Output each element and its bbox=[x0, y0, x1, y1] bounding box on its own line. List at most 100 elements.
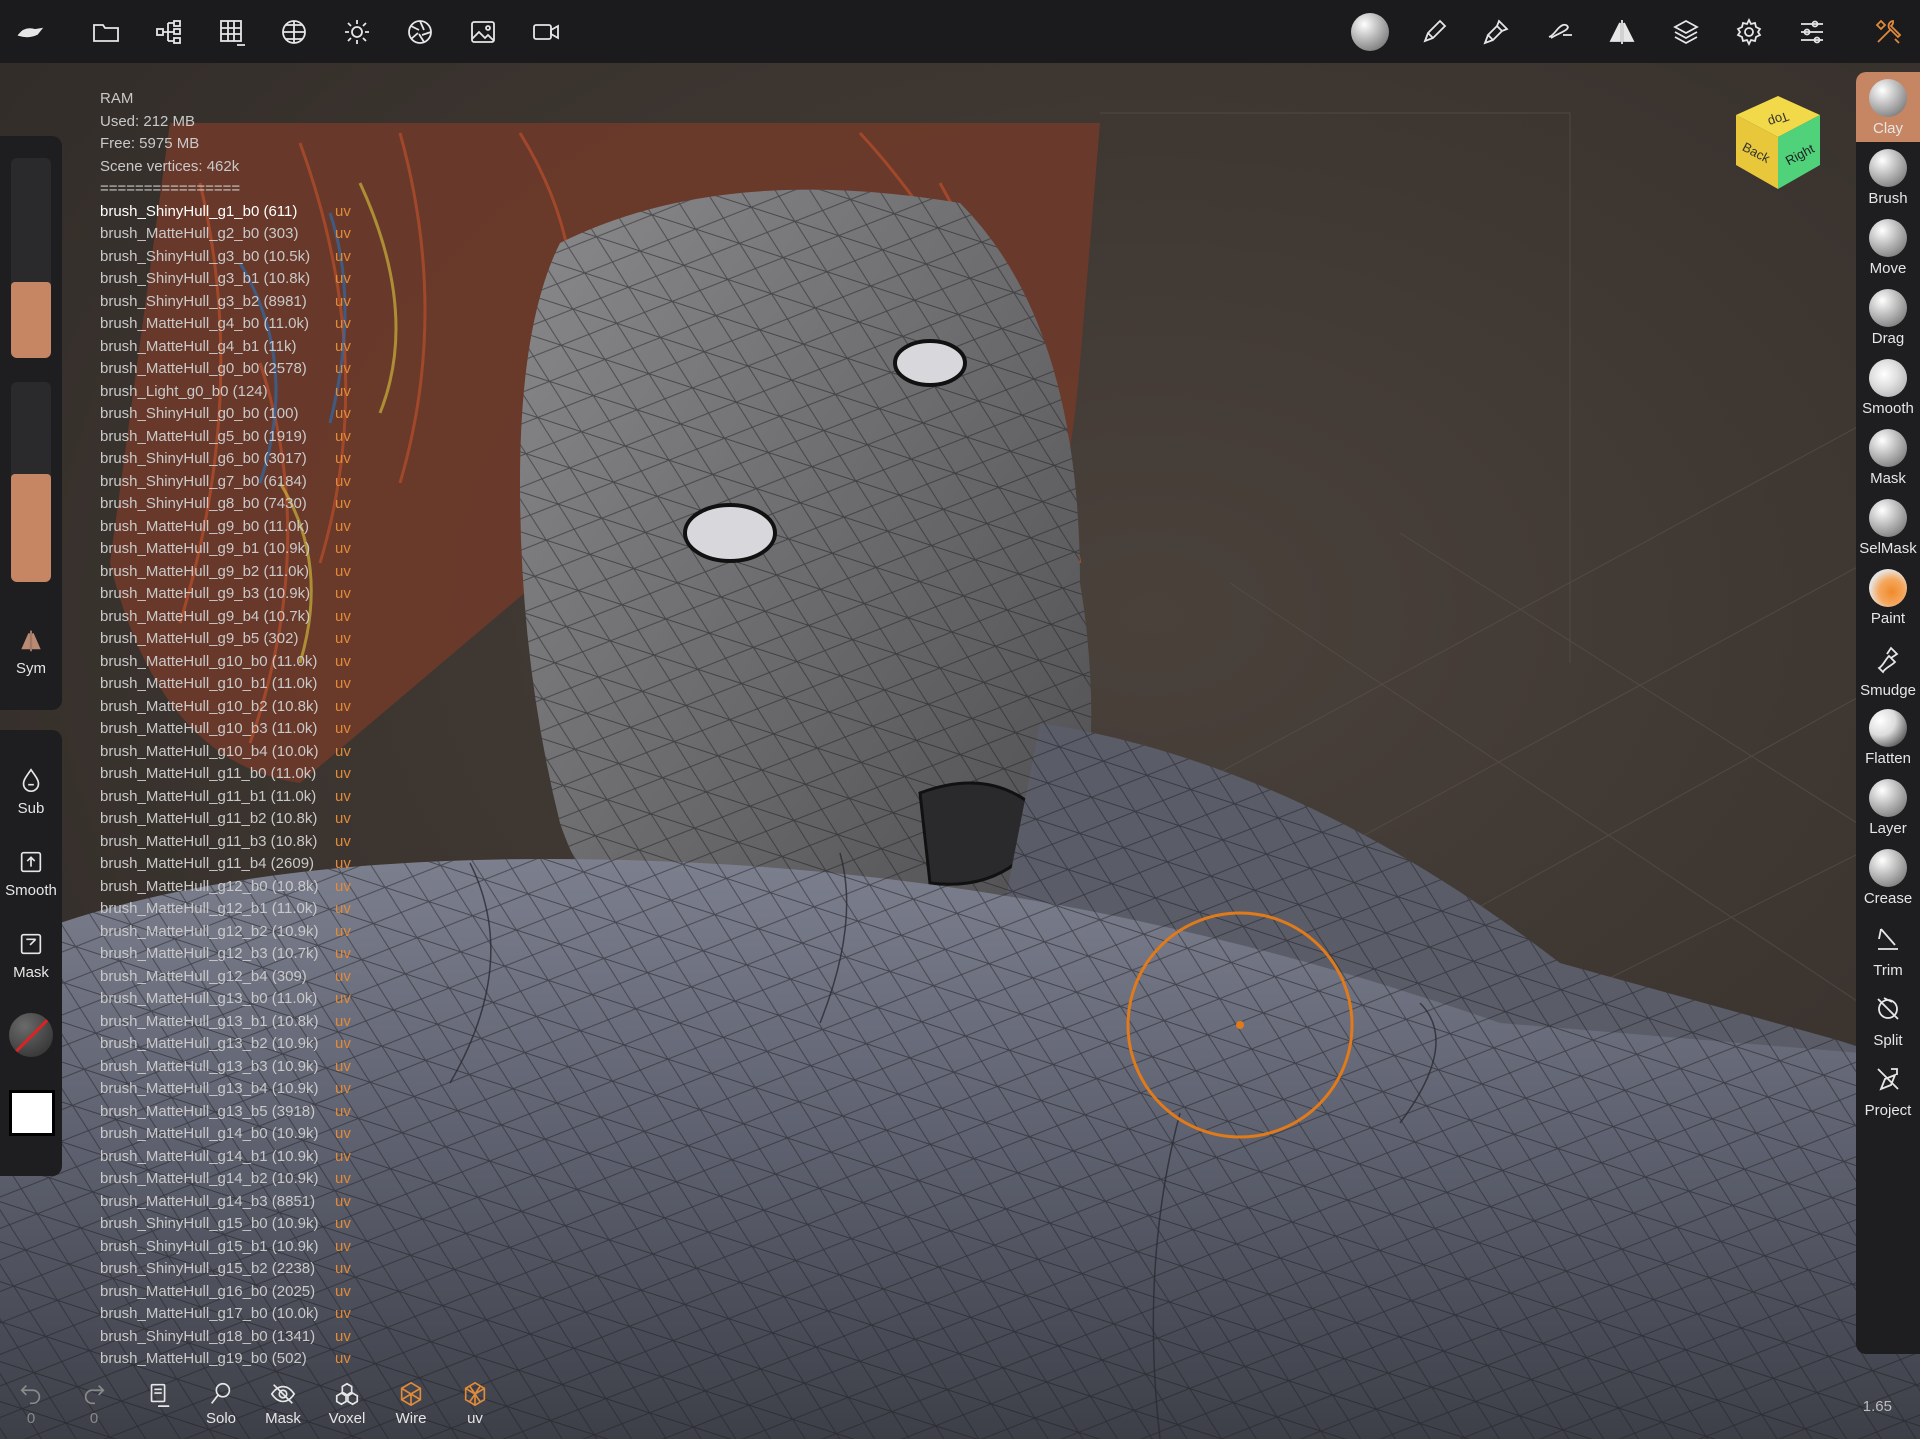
tool-smudge[interactable]: Smudge bbox=[1856, 632, 1920, 702]
tool-layer[interactable]: Layer bbox=[1856, 772, 1920, 842]
video-camera-icon[interactable] bbox=[520, 6, 572, 58]
brush-pen-icon[interactable] bbox=[1408, 6, 1460, 58]
wire-button[interactable]: Wire bbox=[380, 1380, 442, 1427]
mesh-list-item[interactable]: brush_ShinyHull_g1_b0 (611) uv bbox=[100, 201, 351, 224]
mesh-list-item[interactable]: brush_ShinyHull_g3_b0 (10.5k) uv bbox=[100, 246, 351, 269]
sliders-icon[interactable] bbox=[1786, 6, 1838, 58]
mesh-list-item[interactable]: brush_MatteHull_g9_b1 (10.9k) uv bbox=[100, 538, 351, 561]
image-icon[interactable] bbox=[457, 6, 509, 58]
tool-flatten[interactable]: Flatten bbox=[1856, 702, 1920, 772]
mesh-list-item[interactable]: brush_ShinyHull_g3_b2 (8981) uv bbox=[100, 291, 351, 314]
paint-brush-icon[interactable] bbox=[1470, 6, 1522, 58]
mesh-list-item[interactable]: brush_ShinyHull_g18_b0 (1341) uv bbox=[100, 1326, 351, 1349]
radius-slider[interactable] bbox=[11, 158, 51, 358]
folder-icon[interactable] bbox=[80, 6, 132, 58]
mesh-list-item[interactable]: brush_ShinyHull_g15_b2 (2238) uv bbox=[100, 1258, 351, 1281]
mesh-list-item[interactable]: brush_MatteHull_g4_b1 (11k) uv bbox=[100, 336, 351, 359]
symmetry-icon[interactable] bbox=[1596, 6, 1648, 58]
smooth-toggle-button[interactable]: Smooth bbox=[0, 848, 62, 899]
mask-visibility-button[interactable]: Mask bbox=[252, 1380, 314, 1427]
scene-tree-icon[interactable] bbox=[143, 6, 195, 58]
tool-split[interactable]: Split bbox=[1856, 982, 1920, 1052]
mesh-list-item[interactable]: brush_MatteHull_g16_b0 (2025) uv bbox=[100, 1281, 351, 1304]
mesh-list-item[interactable]: brush_MatteHull_g11_b1 (11.0k) uv bbox=[100, 786, 351, 809]
mesh-list-item[interactable]: brush_MatteHull_g10_b3 (11.0k) uv bbox=[100, 718, 351, 741]
mesh-list-item[interactable]: brush_MatteHull_g14_b0 (10.9k) uv bbox=[100, 1123, 351, 1146]
mesh-list-item[interactable]: brush_MatteHull_g9_b3 (10.9k) uv bbox=[100, 583, 351, 606]
tool-move[interactable]: Move bbox=[1856, 212, 1920, 282]
mesh-list-item[interactable]: brush_MatteHull_g10_b0 (11.0k) uv bbox=[100, 651, 351, 674]
tool-drag[interactable]: Drag bbox=[1856, 282, 1920, 352]
app-logo-icon[interactable] bbox=[4, 6, 56, 58]
mesh-list-item[interactable]: brush_MatteHull_g13_b0 (11.0k) uv bbox=[100, 988, 351, 1011]
tool-mask[interactable]: Mask bbox=[1856, 422, 1920, 492]
settings-gear-icon[interactable] bbox=[1723, 6, 1775, 58]
mesh-list-item[interactable]: brush_MatteHull_g13_b3 (10.9k) uv bbox=[100, 1056, 351, 1079]
tool-project[interactable]: Project bbox=[1856, 1052, 1920, 1122]
sym-button[interactable]: Sym bbox=[0, 626, 62, 677]
tool-brush[interactable]: Brush bbox=[1856, 142, 1920, 212]
tool-clay[interactable]: Clay bbox=[1856, 72, 1920, 142]
voxel-button[interactable]: Voxel bbox=[316, 1380, 378, 1427]
mesh-list-item[interactable]: brush_ShinyHull_g15_b1 (10.9k) uv bbox=[100, 1236, 351, 1259]
tools-icon[interactable] bbox=[1862, 6, 1914, 58]
mesh-list-item[interactable]: brush_MatteHull_g11_b2 (10.8k) uv bbox=[100, 808, 351, 831]
stroke-icon[interactable] bbox=[1534, 6, 1586, 58]
mesh-list-item[interactable]: brush_Light_g0_b0 (124) uv bbox=[100, 381, 351, 404]
mesh-list-item[interactable]: brush_MatteHull_g4_b0 (11.0k) uv bbox=[100, 313, 351, 336]
mesh-list-item[interactable]: brush_ShinyHull_g8_b0 (7430) uv bbox=[100, 493, 351, 516]
mask-toggle-button[interactable]: Mask bbox=[0, 930, 62, 981]
uv-button[interactable]: uv bbox=[444, 1380, 506, 1427]
mesh-list-item[interactable]: brush_MatteHull_g14_b1 (10.9k) uv bbox=[100, 1146, 351, 1169]
mesh-list-item[interactable]: brush_MatteHull_g5_b0 (1919) uv bbox=[100, 426, 351, 449]
intensity-slider[interactable] bbox=[11, 382, 51, 582]
light-sun-icon[interactable] bbox=[331, 6, 383, 58]
mesh-list-item[interactable]: brush_MatteHull_g9_b2 (11.0k) uv bbox=[100, 561, 351, 584]
mesh-list-item[interactable]: brush_MatteHull_g10_b2 (10.8k) uv bbox=[100, 696, 351, 719]
mesh-list-item[interactable]: brush_ShinyHull_g3_b1 (10.8k) uv bbox=[100, 268, 351, 291]
mesh-list-item[interactable]: brush_MatteHull_g13_b2 (10.9k) uv bbox=[100, 1033, 351, 1056]
tool-crease[interactable]: Crease bbox=[1856, 842, 1920, 912]
mesh-list-item[interactable]: brush_MatteHull_g13_b4 (10.9k) uv bbox=[100, 1078, 351, 1101]
mesh-list-item[interactable]: brush_MatteHull_g12_b2 (10.9k) uv bbox=[100, 921, 351, 944]
tool-trim[interactable]: Trim bbox=[1856, 912, 1920, 982]
scene-list-button[interactable] bbox=[128, 1380, 190, 1410]
solo-button[interactable]: Solo bbox=[190, 1380, 252, 1427]
tool-paint[interactable]: Paint bbox=[1856, 562, 1920, 632]
mesh-list-item[interactable]: brush_MatteHull_g14_b2 (10.9k) uv bbox=[100, 1168, 351, 1191]
mesh-list-item[interactable]: brush_MatteHull_g12_b3 (10.7k) uv bbox=[100, 943, 351, 966]
mesh-list-item[interactable]: brush_MatteHull_g13_b1 (10.8k) uv bbox=[100, 1011, 351, 1034]
mesh-list-item[interactable]: brush_MatteHull_g9_b0 (11.0k) uv bbox=[100, 516, 351, 539]
redo-button[interactable]: 0 bbox=[63, 1380, 125, 1427]
color-swatch[interactable] bbox=[9, 1090, 55, 1136]
mesh-list-item[interactable]: brush_MatteHull_g11_b3 (10.8k) uv bbox=[100, 831, 351, 854]
camera-aperture-icon[interactable] bbox=[394, 6, 446, 58]
mesh-list-item[interactable]: brush_MatteHull_g12_b0 (10.8k) uv bbox=[100, 876, 351, 899]
mesh-list-item[interactable]: brush_MatteHull_g9_b4 (10.7k) uv bbox=[100, 606, 351, 629]
mesh-list-item[interactable]: brush_MatteHull_g2_b0 (303) uv bbox=[100, 223, 351, 246]
mesh-list-item[interactable]: brush_MatteHull_g11_b0 (11.0k) uv bbox=[100, 763, 351, 786]
material-sphere-icon[interactable] bbox=[268, 6, 320, 58]
tool-smooth[interactable]: Smooth bbox=[1856, 352, 1920, 422]
mesh-list-item[interactable]: brush_MatteHull_g13_b5 (3918) uv bbox=[100, 1101, 351, 1124]
matcap-ball-icon[interactable] bbox=[1344, 6, 1396, 58]
mesh-list-item[interactable]: brush_MatteHull_g11_b4 (2609) uv bbox=[100, 853, 351, 876]
grid-icon[interactable] bbox=[206, 6, 258, 58]
mesh-list-item[interactable]: brush_MatteHull_g19_b0 (502) uv bbox=[100, 1348, 351, 1371]
undo-button[interactable]: 0 bbox=[0, 1380, 62, 1427]
mesh-list-item[interactable]: brush_ShinyHull_g0_b0 (100) uv bbox=[100, 403, 351, 426]
mesh-list-item[interactable]: brush_MatteHull_g10_b4 (10.0k) uv bbox=[100, 741, 351, 764]
sub-button[interactable]: Sub bbox=[0, 766, 62, 817]
mesh-list-item[interactable]: brush_ShinyHull_g7_b0 (6184) uv bbox=[100, 471, 351, 494]
mesh-list-item[interactable]: brush_MatteHull_g9_b5 (302) uv bbox=[100, 628, 351, 651]
mesh-list-item[interactable]: brush_ShinyHull_g15_b0 (10.9k) uv bbox=[100, 1213, 351, 1236]
tool-selmask[interactable]: SelMask bbox=[1856, 492, 1920, 562]
mesh-list-item[interactable]: brush_MatteHull_g17_b0 (10.0k) uv bbox=[100, 1303, 351, 1326]
mesh-list-item[interactable]: brush_MatteHull_g10_b1 (11.0k) uv bbox=[100, 673, 351, 696]
view-cube[interactable]: Top Back Right bbox=[1728, 91, 1828, 201]
mesh-list-item[interactable]: brush_MatteHull_g0_b0 (2578) uv bbox=[100, 358, 351, 381]
mesh-list-item[interactable]: brush_MatteHull_g14_b3 (8851) uv bbox=[100, 1191, 351, 1214]
mesh-list-item[interactable]: brush_MatteHull_g12_b4 (309) uv bbox=[100, 966, 351, 989]
mesh-list-item[interactable]: brush_MatteHull_g12_b1 (11.0k) uv bbox=[100, 898, 351, 921]
layers-icon[interactable] bbox=[1660, 6, 1712, 58]
